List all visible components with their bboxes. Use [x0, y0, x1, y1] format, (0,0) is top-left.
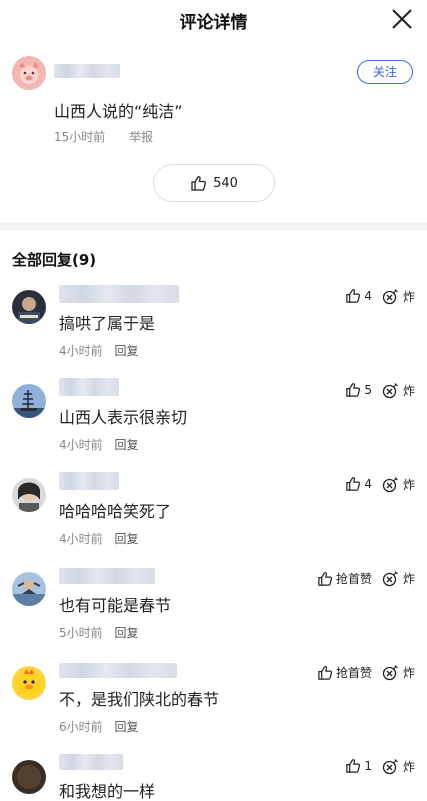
boom-label: 炸 [402, 572, 415, 586]
avatar[interactable] [12, 478, 46, 512]
like-count: 540 [213, 175, 238, 191]
close-icon [392, 9, 412, 29]
boom-button[interactable]: 炸 [382, 476, 415, 493]
reply-item: 也有可能是春节 5小时前 回复 抢首赞 炸 [0, 564, 427, 658]
boom-button[interactable]: 炸 [382, 758, 415, 775]
reply-time: 4小时前 [59, 438, 103, 452]
follow-button[interactable]: 关注 [357, 60, 413, 84]
reply-item: 哈哈哈哈笑死了 4小时前 回复 4 炸 [0, 470, 427, 564]
username-blurred[interactable] [59, 285, 179, 303]
reply-item: 和我想的一样 1 炸 [0, 752, 427, 801]
reply-meta: 4小时前 回复 [59, 530, 138, 547]
bomb-icon [382, 571, 398, 587]
reply-like-count: 4 [364, 477, 372, 491]
reply-item: 不，是我们陕北的春节 6小时前 回复 抢首赞 炸 [0, 658, 427, 752]
reply-button[interactable]: 回复 [114, 720, 138, 734]
boom-label: 炸 [402, 666, 415, 680]
bomb-icon [382, 665, 398, 681]
reply-meta: 5小时前 回复 [59, 624, 138, 641]
avatar[interactable] [12, 290, 46, 324]
reply-like-count: 5 [364, 383, 372, 397]
reply-text: 也有可能是春节 [59, 596, 172, 615]
reply-like-count: 抢首赞 [335, 666, 372, 680]
thumbs-up-icon [191, 175, 207, 191]
bomb-icon [382, 289, 398, 305]
close-button[interactable] [389, 6, 415, 32]
thumbs-up-icon [346, 477, 361, 491]
boom-label: 炸 [402, 384, 415, 398]
thumbs-up-icon [318, 665, 333, 680]
replies-header: 全部回复(9) [12, 251, 97, 269]
reply-like-button[interactable]: 4 [345, 476, 372, 492]
reply-button[interactable]: 回复 [114, 438, 138, 452]
comment-text: 山西人说的“纯洁” [54, 102, 183, 121]
boom-button[interactable]: 炸 [382, 382, 415, 399]
avatar[interactable] [12, 384, 46, 418]
boom-label: 炸 [402, 760, 415, 774]
reply-like-count: 1 [364, 759, 372, 773]
reply-button[interactable]: 回复 [114, 532, 138, 546]
boom-button[interactable]: 炸 [382, 288, 415, 305]
reply-time: 5小时前 [59, 626, 103, 640]
avatar[interactable] [12, 572, 46, 606]
reply-button[interactable]: 回复 [114, 626, 138, 640]
comment-time: 15小时前 [54, 130, 106, 144]
reply-time: 4小时前 [59, 344, 103, 358]
boom-label: 炸 [402, 478, 415, 492]
boom-label: 炸 [402, 290, 415, 304]
reply-like-count: 抢首赞 [335, 572, 372, 586]
username-blurred[interactable] [59, 472, 119, 490]
avatar[interactable] [12, 760, 46, 794]
reply-like-count: 4 [364, 289, 372, 303]
reply-text: 哈哈哈哈笑死了 [59, 502, 172, 521]
reply-like-button[interactable]: 抢首赞 [317, 570, 372, 587]
reply-meta: 4小时前 回复 [59, 436, 138, 453]
like-button[interactable]: 540 [153, 164, 275, 202]
boom-button[interactable]: 炸 [382, 570, 415, 587]
reply-meta: 4小时前 回复 [59, 342, 138, 359]
thumbs-up-icon [318, 571, 333, 586]
reply-meta: 6小时前 回复 [59, 718, 138, 735]
bomb-icon [382, 383, 398, 399]
username-blurred[interactable] [59, 568, 155, 584]
thumbs-up-icon [346, 383, 361, 397]
reply-item: 搞哄了属于是 4小时前 回复 4 炸 [0, 282, 427, 376]
comment-meta: 15小时前 举报 [54, 128, 173, 145]
thumbs-up-icon [346, 289, 361, 303]
report-link[interactable]: 举报 [129, 130, 153, 144]
username-blurred[interactable] [54, 64, 120, 78]
reply-button[interactable]: 回复 [114, 344, 138, 358]
section-divider [0, 222, 427, 230]
reply-time: 4小时前 [59, 532, 103, 546]
reply-like-button[interactable]: 5 [345, 382, 372, 398]
username-blurred[interactable] [59, 754, 123, 770]
avatar[interactable] [12, 666, 46, 700]
bomb-icon [382, 759, 398, 775]
header: 评论详情 [0, 0, 427, 40]
reply-text: 山西人表示很亲切 [59, 408, 188, 427]
boom-button[interactable]: 炸 [382, 664, 415, 681]
reply-like-button[interactable]: 抢首赞 [317, 664, 372, 681]
username-blurred[interactable] [59, 378, 119, 396]
reply-text: 和我想的一样 [59, 782, 156, 801]
reply-like-button[interactable]: 1 [345, 758, 372, 774]
main-comment: 关注 山西人说的“纯洁” 15小时前 举报 540 [0, 40, 427, 220]
reply-text: 不，是我们陕北的春节 [59, 690, 220, 709]
reply-like-button[interactable]: 4 [345, 288, 372, 304]
reply-time: 6小时前 [59, 720, 103, 734]
reply-text: 搞哄了属于是 [59, 314, 156, 333]
page-title: 评论详情 [179, 13, 248, 33]
bomb-icon [382, 477, 398, 493]
username-blurred[interactable] [59, 663, 177, 678]
reply-item: 山西人表示很亲切 4小时前 回复 5 炸 [0, 376, 427, 470]
thumbs-up-icon [346, 759, 361, 773]
avatar[interactable] [12, 56, 46, 90]
